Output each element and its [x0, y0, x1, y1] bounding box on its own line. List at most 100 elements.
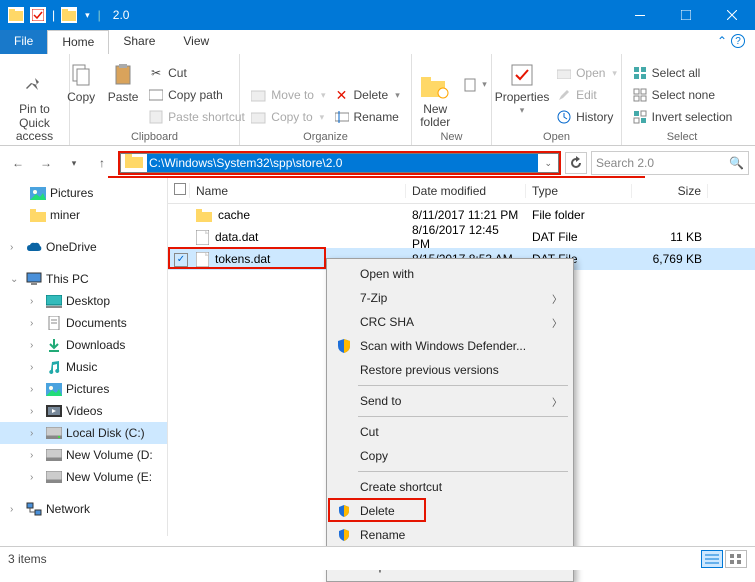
nav-network[interactable]: ›Network: [0, 498, 167, 520]
pin-to-quick-access-button[interactable]: Pin to Quick access: [6, 73, 64, 143]
checkbox-checked-icon[interactable]: ✓: [174, 253, 188, 267]
invert-icon: [632, 109, 648, 125]
back-button[interactable]: ←: [6, 151, 30, 175]
ctx-cut[interactable]: Cut: [330, 420, 570, 444]
separator: [358, 471, 568, 472]
nav-music[interactable]: ›Music: [0, 356, 167, 378]
ctx-send-to[interactable]: Send to〉: [330, 389, 570, 413]
copy-to-button[interactable]: Copy to▾: [251, 107, 325, 127]
open-item-button[interactable]: Open▾: [556, 63, 617, 83]
maximize-button[interactable]: [663, 0, 709, 30]
history-icon: [556, 109, 572, 125]
ctx-restore-versions[interactable]: Restore previous versions: [330, 358, 570, 382]
address-input[interactable]: [147, 154, 538, 172]
ctx-open-with[interactable]: Open with: [330, 262, 570, 286]
nav-new-volume-d[interactable]: ›New Volume (D:: [0, 444, 167, 466]
ctx-7zip[interactable]: 7-Zip〉: [330, 286, 570, 310]
address-bar[interactable]: ⌄: [120, 153, 559, 173]
rename-icon: [334, 109, 350, 125]
newitem-icon: [462, 77, 478, 93]
nav-bar: ← → ▾ ↑ ⌄ Search 2.0🔍: [0, 146, 755, 180]
paste-shortcut-button[interactable]: Paste shortcut: [148, 107, 245, 127]
folder-qat2-icon[interactable]: [61, 7, 77, 23]
icons-view-button[interactable]: [725, 550, 747, 568]
tab-file[interactable]: File: [0, 30, 47, 54]
tab-view[interactable]: View: [169, 30, 223, 54]
history-button[interactable]: History: [556, 107, 617, 127]
nav-downloads[interactable]: ›Downloads: [0, 334, 167, 356]
downloads-icon: [46, 337, 62, 353]
select-none-button[interactable]: Select none: [632, 85, 733, 105]
up-button[interactable]: ↑: [90, 151, 114, 175]
ctx-scan-defender[interactable]: Scan with Windows Defender...: [330, 334, 570, 358]
delete-icon: ✕: [334, 87, 350, 103]
videos-icon: [46, 403, 62, 419]
file-row-data[interactable]: data.dat 8/16/2017 12:45 PM DAT File 11 …: [168, 226, 755, 248]
file-icon: [196, 230, 209, 245]
item-count: 3 items: [8, 552, 47, 566]
paste-icon: [109, 61, 137, 89]
nav-local-disk-c[interactable]: ›Local Disk (C:): [0, 422, 167, 444]
new-folder-button[interactable]: New folder: [412, 73, 458, 129]
details-view-button[interactable]: [701, 550, 723, 568]
qat-overflow-icon[interactable]: ▾: [83, 10, 90, 21]
status-bar: 3 items: [0, 546, 755, 570]
copy-path-button[interactable]: Copy path: [148, 85, 245, 105]
delete-button[interactable]: ✕Delete▾: [334, 85, 400, 105]
recent-locations-button[interactable]: ▾: [62, 151, 86, 175]
drive-icon: [46, 425, 62, 441]
refresh-button[interactable]: [565, 152, 587, 174]
file-icon: [196, 252, 209, 267]
properties-qat-icon[interactable]: [30, 7, 46, 23]
forward-button[interactable]: →: [34, 151, 58, 175]
tab-share[interactable]: Share: [109, 30, 169, 54]
context-menu: Open with 7-Zip〉 CRC SHA〉 Scan with Wind…: [326, 258, 574, 582]
address-dropdown-icon[interactable]: ⌄: [538, 158, 558, 169]
ctx-rename[interactable]: Rename: [330, 523, 570, 547]
separator: [358, 416, 568, 417]
ctx-create-shortcut[interactable]: Create shortcut: [330, 475, 570, 499]
search-box[interactable]: Search 2.0🔍: [591, 151, 749, 175]
col-date[interactable]: Date modified: [406, 184, 526, 198]
nav-miner[interactable]: miner: [0, 204, 167, 226]
ctx-copy[interactable]: Copy: [330, 444, 570, 468]
properties-button[interactable]: Properties▾: [492, 61, 552, 129]
nav-videos[interactable]: ›Videos: [0, 400, 167, 422]
nav-onedrive[interactable]: ›OneDrive: [0, 236, 167, 258]
nav-pictures[interactable]: Pictures: [0, 182, 167, 204]
paste-button[interactable]: Paste: [102, 61, 144, 104]
col-type[interactable]: Type: [526, 184, 632, 198]
pin-icon: [21, 73, 49, 101]
navigation-pane[interactable]: Pictures miner ›OneDrive ⌄This PC ›Deskt…: [0, 178, 168, 536]
nav-documents[interactable]: ›Documents: [0, 312, 167, 334]
column-headers[interactable]: Name Date modified Type Size: [168, 178, 755, 204]
nav-this-pc[interactable]: ⌄This PC: [0, 268, 167, 290]
music-icon: [46, 359, 62, 375]
ctx-delete[interactable]: Delete: [330, 499, 570, 523]
folder-icon: [196, 209, 212, 222]
invert-selection-button[interactable]: Invert selection: [632, 107, 733, 127]
edit-button[interactable]: Edit: [556, 85, 617, 105]
ribbon-help[interactable]: ⌃?: [707, 30, 755, 54]
chevron-right-icon: ›: [10, 242, 22, 253]
path-icon: [148, 87, 164, 103]
documents-icon: [46, 315, 62, 331]
new-item-button[interactable]: ▾: [462, 75, 487, 95]
folder-qat-icon[interactable]: [8, 7, 24, 23]
drive-icon: [46, 447, 62, 463]
ctx-crc-sha[interactable]: CRC SHA〉: [330, 310, 570, 334]
nav-new-volume-e[interactable]: ›New Volume (E:: [0, 466, 167, 488]
cut-button[interactable]: ✂Cut: [148, 63, 245, 83]
select-all-button[interactable]: Select all: [632, 63, 733, 83]
tab-home[interactable]: Home: [47, 30, 109, 54]
col-size[interactable]: Size: [632, 184, 708, 198]
nav-desktop[interactable]: ›Desktop: [0, 290, 167, 312]
close-button[interactable]: [709, 0, 755, 30]
minimize-button[interactable]: [617, 0, 663, 30]
col-name[interactable]: Name: [190, 184, 406, 198]
move-to-button[interactable]: Move to▾: [251, 85, 325, 105]
nav-pictures-sub[interactable]: ›Pictures: [0, 378, 167, 400]
selectall-icon: [632, 65, 648, 81]
rename-button[interactable]: Rename: [334, 107, 400, 127]
copy-button[interactable]: Copy: [60, 61, 102, 104]
